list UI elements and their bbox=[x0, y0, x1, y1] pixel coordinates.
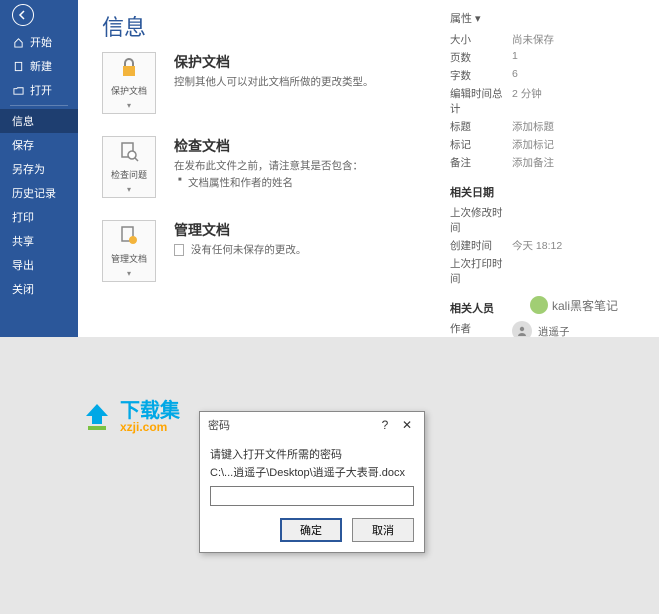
inspect-doc-block: 检查问题 ▾ 检查文档 在发布此文件之前，请注意其是否包含： 文档属性和作者的姓… bbox=[102, 136, 450, 198]
prop-key: 备注 bbox=[450, 155, 512, 170]
tile-label: 保护文档 bbox=[111, 84, 147, 97]
prop-val: 今天 18:12 bbox=[512, 238, 645, 253]
password-input[interactable] bbox=[210, 486, 414, 506]
nav-label: 打开 bbox=[30, 82, 52, 98]
prop-val: 2 分钟 bbox=[512, 86, 645, 116]
dialog-filepath: C:\...逍遥子\Desktop\逍遥子大表哥.docx bbox=[210, 464, 414, 480]
properties-header[interactable]: 属性 ▾ bbox=[450, 10, 645, 26]
prop-val: 尚未保存 bbox=[512, 32, 645, 47]
nav-label: 新建 bbox=[30, 58, 52, 74]
prop-val[interactable]: 添加标题 bbox=[512, 119, 645, 134]
nav-info[interactable]: 信息 bbox=[0, 109, 78, 133]
nav-open[interactable]: 打开 bbox=[0, 78, 78, 102]
block-bullet: 文档属性和作者的姓名 bbox=[174, 175, 363, 190]
nav-print[interactable]: 打印 bbox=[0, 205, 78, 229]
nav-label: 另存为 bbox=[12, 161, 45, 177]
divider bbox=[10, 105, 68, 106]
xzji-logo: 下载集 xzji.com bbox=[80, 400, 180, 434]
prop-val: 1 bbox=[512, 50, 645, 65]
prop-key: 上次修改时间 bbox=[450, 205, 512, 235]
doc-icon bbox=[12, 61, 24, 72]
nav-home[interactable]: 开始 bbox=[0, 30, 78, 54]
prop-val[interactable]: 添加标记 bbox=[512, 137, 645, 152]
watermark: kali黑客笔记 bbox=[530, 296, 618, 314]
nav-label: 打印 bbox=[12, 209, 34, 225]
password-dialog: 密码 ? ✕ 请键入打开文件所需的密码 C:\...逍遥子\Desktop\逍遥… bbox=[199, 411, 425, 553]
nav-label: 信息 bbox=[12, 113, 34, 129]
home-icon bbox=[12, 37, 24, 48]
prop-key: 页数 bbox=[450, 50, 512, 65]
chevron-down-icon: ▾ bbox=[127, 101, 131, 110]
prop-key: 标题 bbox=[450, 119, 512, 134]
tile-label: 检查问题 bbox=[111, 168, 147, 181]
protect-doc-block: 保护文档 ▾ 保护文档 控制其他人可以对此文档所做的更改类型。 bbox=[102, 52, 450, 114]
nav-new[interactable]: 新建 bbox=[0, 54, 78, 78]
nav-label: 保存 bbox=[12, 137, 34, 153]
prop-key: 编辑时间总计 bbox=[450, 86, 512, 116]
sidebar: 开始 新建 打开 信息 保存 另存为 历史记录 打印 共享 导出 关闭 bbox=[0, 0, 78, 337]
back-arrow-icon bbox=[12, 4, 34, 26]
nav-export[interactable]: 导出 bbox=[0, 253, 78, 277]
block-desc: 没有任何未保存的更改。 bbox=[174, 243, 306, 259]
help-button[interactable]: ? bbox=[374, 415, 396, 435]
prop-key: 上次打印时间 bbox=[450, 256, 512, 286]
cancel-button[interactable]: 取消 bbox=[352, 518, 414, 542]
logo-text-2: xzji.com bbox=[120, 421, 180, 433]
prop-val: 6 bbox=[512, 68, 645, 83]
nav-label: 共享 bbox=[12, 233, 34, 249]
properties-panel: 属性 ▾ 大小尚未保存 页数1 字数6 编辑时间总计2 分钟 标题添加标题 标记… bbox=[450, 10, 645, 337]
properties-table: 大小尚未保存 页数1 字数6 编辑时间总计2 分钟 标题添加标题 标记添加标记 … bbox=[450, 32, 645, 170]
back-button[interactable] bbox=[0, 0, 78, 30]
block-desc: 在发布此文件之前，请注意其是否包含： bbox=[174, 159, 363, 175]
nav-save[interactable]: 保存 bbox=[0, 133, 78, 157]
nav-label: 关闭 bbox=[12, 281, 34, 297]
block-heading: 检查文档 bbox=[174, 136, 363, 156]
download-arrow-icon bbox=[80, 400, 114, 434]
page-title: 信息 bbox=[102, 10, 450, 42]
block-heading: 保护文档 bbox=[174, 52, 374, 72]
chevron-down-icon: ▾ bbox=[127, 185, 131, 194]
dialog-message: 请键入打开文件所需的密码 bbox=[210, 446, 414, 462]
nav-label: 开始 bbox=[30, 34, 52, 50]
nav-label: 历史记录 bbox=[12, 185, 56, 201]
prop-key: 大小 bbox=[450, 32, 512, 47]
nav-saveas[interactable]: 另存为 bbox=[0, 157, 78, 181]
prop-val bbox=[512, 256, 645, 286]
manage-doc-block: 管理文档 ▾ 管理文档 没有任何未保存的更改。 bbox=[102, 220, 450, 282]
prop-key: 标记 bbox=[450, 137, 512, 152]
nav-label: 导出 bbox=[12, 257, 34, 273]
chevron-down-icon: ▾ bbox=[127, 269, 131, 278]
manage-icon bbox=[117, 224, 141, 248]
nav-share[interactable]: 共享 bbox=[0, 229, 78, 253]
prop-val bbox=[512, 205, 645, 235]
logo-text-1: 下载集 bbox=[120, 401, 180, 421]
ok-button[interactable]: 确定 bbox=[280, 518, 342, 542]
nav-history[interactable]: 历史记录 bbox=[0, 181, 78, 205]
protect-doc-tile[interactable]: 保护文档 ▾ bbox=[102, 52, 156, 114]
block-heading: 管理文档 bbox=[174, 220, 306, 240]
block-desc: 控制其他人可以对此文档所做的更改类型。 bbox=[174, 75, 374, 91]
dialog-title: 密码 bbox=[208, 417, 374, 433]
inspect-doc-tile[interactable]: 检查问题 ▾ bbox=[102, 136, 156, 198]
folder-open-icon bbox=[12, 85, 24, 96]
inspect-icon bbox=[117, 140, 141, 164]
dialog-titlebar: 密码 ? ✕ bbox=[200, 412, 424, 438]
prop-val[interactable]: 添加备注 bbox=[512, 155, 645, 170]
main-pane: 信息 保护文档 ▾ 保护文档 控制其他人可以对此文档所做的更改类型。 检查问题 … bbox=[78, 0, 659, 337]
related-dates-header: 相关日期 bbox=[450, 184, 645, 200]
manage-doc-tile[interactable]: 管理文档 ▾ bbox=[102, 220, 156, 282]
nav-close[interactable]: 关闭 bbox=[0, 277, 78, 301]
tile-label: 管理文档 bbox=[111, 252, 147, 265]
dates-table: 上次修改时间 创建时间今天 18:12 上次打印时间 bbox=[450, 205, 645, 286]
doc-icon bbox=[174, 244, 184, 256]
prop-key: 创建时间 bbox=[450, 238, 512, 253]
wechat-icon bbox=[530, 296, 548, 314]
close-button[interactable]: ✕ bbox=[396, 415, 418, 435]
prop-key: 字数 bbox=[450, 68, 512, 83]
lock-icon bbox=[117, 56, 141, 80]
